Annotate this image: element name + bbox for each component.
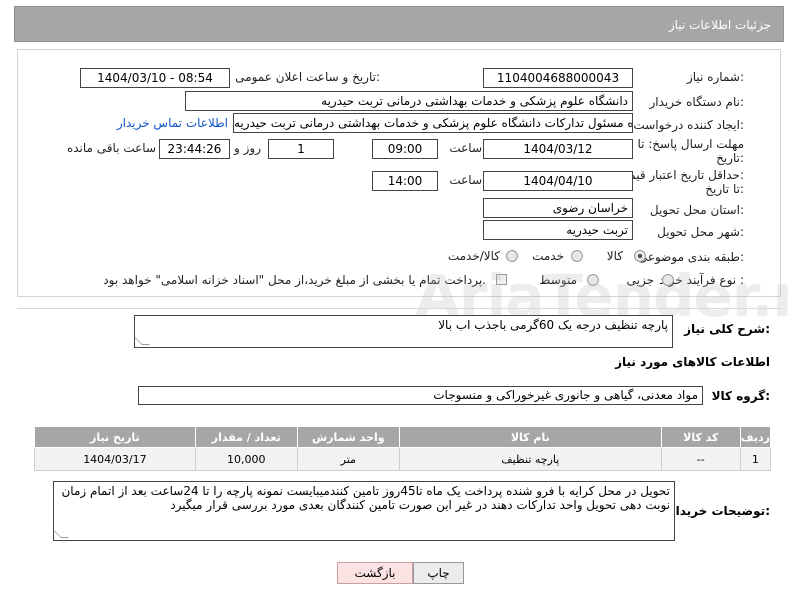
col-qty-header: تعداد / مقدار <box>194 426 298 448</box>
col-code-header: کد کالا <box>660 426 741 448</box>
buyer-org-field: دانشگاه علوم پزشکی و خدمات بهداشتی درمان… <box>185 91 633 111</box>
back-button[interactable]: بازگشت <box>337 562 413 584</box>
need-number-field: 1104004688000043 <box>483 68 633 88</box>
cell-code: -- <box>660 447 741 471</box>
validity-label: حداقل تاریخ اعتبار قیمت: <box>617 168 744 182</box>
resize-grip-icon[interactable] <box>134 337 150 345</box>
description-text: پارچه تنظیف درجه یک 60گرمی باجذب اب بالا <box>438 318 668 332</box>
table-row: 1 -- پارچه تنظیف متر 10,000 1404/03/17 <box>34 447 772 471</box>
city-label: شهر محل تحویل: <box>657 225 744 239</box>
col-name-header: نام کالا <box>398 426 662 448</box>
deadline-label-2: تاریخ: <box>716 151 744 165</box>
remaining-label: ساعت باقی مانده <box>66 141 156 155</box>
col-row-header: ردیف <box>739 426 772 448</box>
category-goods-radio[interactable] <box>634 250 646 262</box>
category-service-radio[interactable] <box>571 250 583 262</box>
description-textarea[interactable]: پارچه تنظیف درجه یک 60گرمی باجذب اب بالا <box>134 315 673 348</box>
remaining-time-field: 23:44:26 <box>159 139 230 159</box>
days-field: 1 <box>268 139 334 159</box>
buyer-notes-textarea[interactable]: تحویل در محل کرایه با فرو شنده پرداخت یک… <box>53 481 675 541</box>
deadline-label: مهلت ارسال پاسخ: تا <box>637 137 744 151</box>
cell-qty: 10,000 <box>194 447 298 471</box>
buyer-org-label: نام دستگاه خریدار: <box>649 95 745 109</box>
buyer-notes-label: توضیحات خریدار: <box>668 504 770 518</box>
province-label: استان محل تحویل: <box>649 203 744 217</box>
creator-field: غلامحسن خردسوز زاوه مسئول تدارکات دانشگا… <box>233 113 633 133</box>
category-service-label: خدمت <box>532 249 564 263</box>
validity-date-field: 1404/04/10 <box>483 171 633 191</box>
category-goods-service-label: کالا/خدمت <box>447 249 500 263</box>
announce-field: 1404/03/10 - 08:54 <box>80 68 230 88</box>
announce-label: تاریخ و ساعت اعلان عمومی: <box>235 70 380 84</box>
col-date-header: تاریخ نیاز <box>34 426 196 448</box>
cell-date: 1404/03/17 <box>34 447 196 471</box>
goods-table: ردیف کد کالا نام کالا واحد شمارش تعداد /… <box>34 426 772 471</box>
deadline-time-field: 09:00 <box>372 139 438 159</box>
cell-name: پارچه تنظیف <box>398 447 662 471</box>
buyer-notes-text: تحویل در محل کرایه با فرو شنده پرداخت یک… <box>61 484 670 512</box>
table-header-row: ردیف کد کالا نام کالا واحد شمارش تعداد /… <box>34 426 772 448</box>
page-header: جزئیات اطلاعات نیاز <box>14 6 784 42</box>
creator-label: ایجاد کننده درخواست: <box>633 118 744 132</box>
category-goods-label: کالا <box>606 249 623 263</box>
page-title: جزئیات اطلاعات نیاز <box>668 18 771 32</box>
col-unit-header: واحد شمارش <box>296 426 400 448</box>
validity-label-2: تا تاریخ: <box>705 182 744 196</box>
resize-grip-icon[interactable] <box>53 530 69 538</box>
print-button[interactable]: چاپ <box>413 562 464 584</box>
validity-time-label: ساعت <box>449 173 482 187</box>
cell-row: 1 <box>739 447 772 471</box>
goods-section-title: اطلاعات کالاهای مورد نیاز <box>615 355 770 369</box>
goods-group-label: گروه کالا: <box>711 389 770 403</box>
cell-unit: متر <box>296 447 400 471</box>
category-goods-service-radio[interactable] <box>506 250 518 262</box>
goods-group-field: مواد معدنی، گیاهی و جانوری غیرخوراکی و م… <box>138 386 703 405</box>
validity-time-field: 14:00 <box>372 171 438 191</box>
need-number-label: شماره نیاز: <box>686 70 744 84</box>
province-field: خراسان رضوی <box>483 198 633 218</box>
deadline-date-field: 1404/03/12 <box>483 139 633 159</box>
description-label: شرح کلی نیاز: <box>684 322 770 336</box>
divider <box>17 308 781 309</box>
days-label: روز و <box>234 141 261 155</box>
buyer-contact-link[interactable]: اطلاعات تماس خریدار <box>117 116 228 130</box>
deadline-time-label: ساعت <box>449 141 482 155</box>
city-field: تربت حیدریه <box>483 220 633 240</box>
